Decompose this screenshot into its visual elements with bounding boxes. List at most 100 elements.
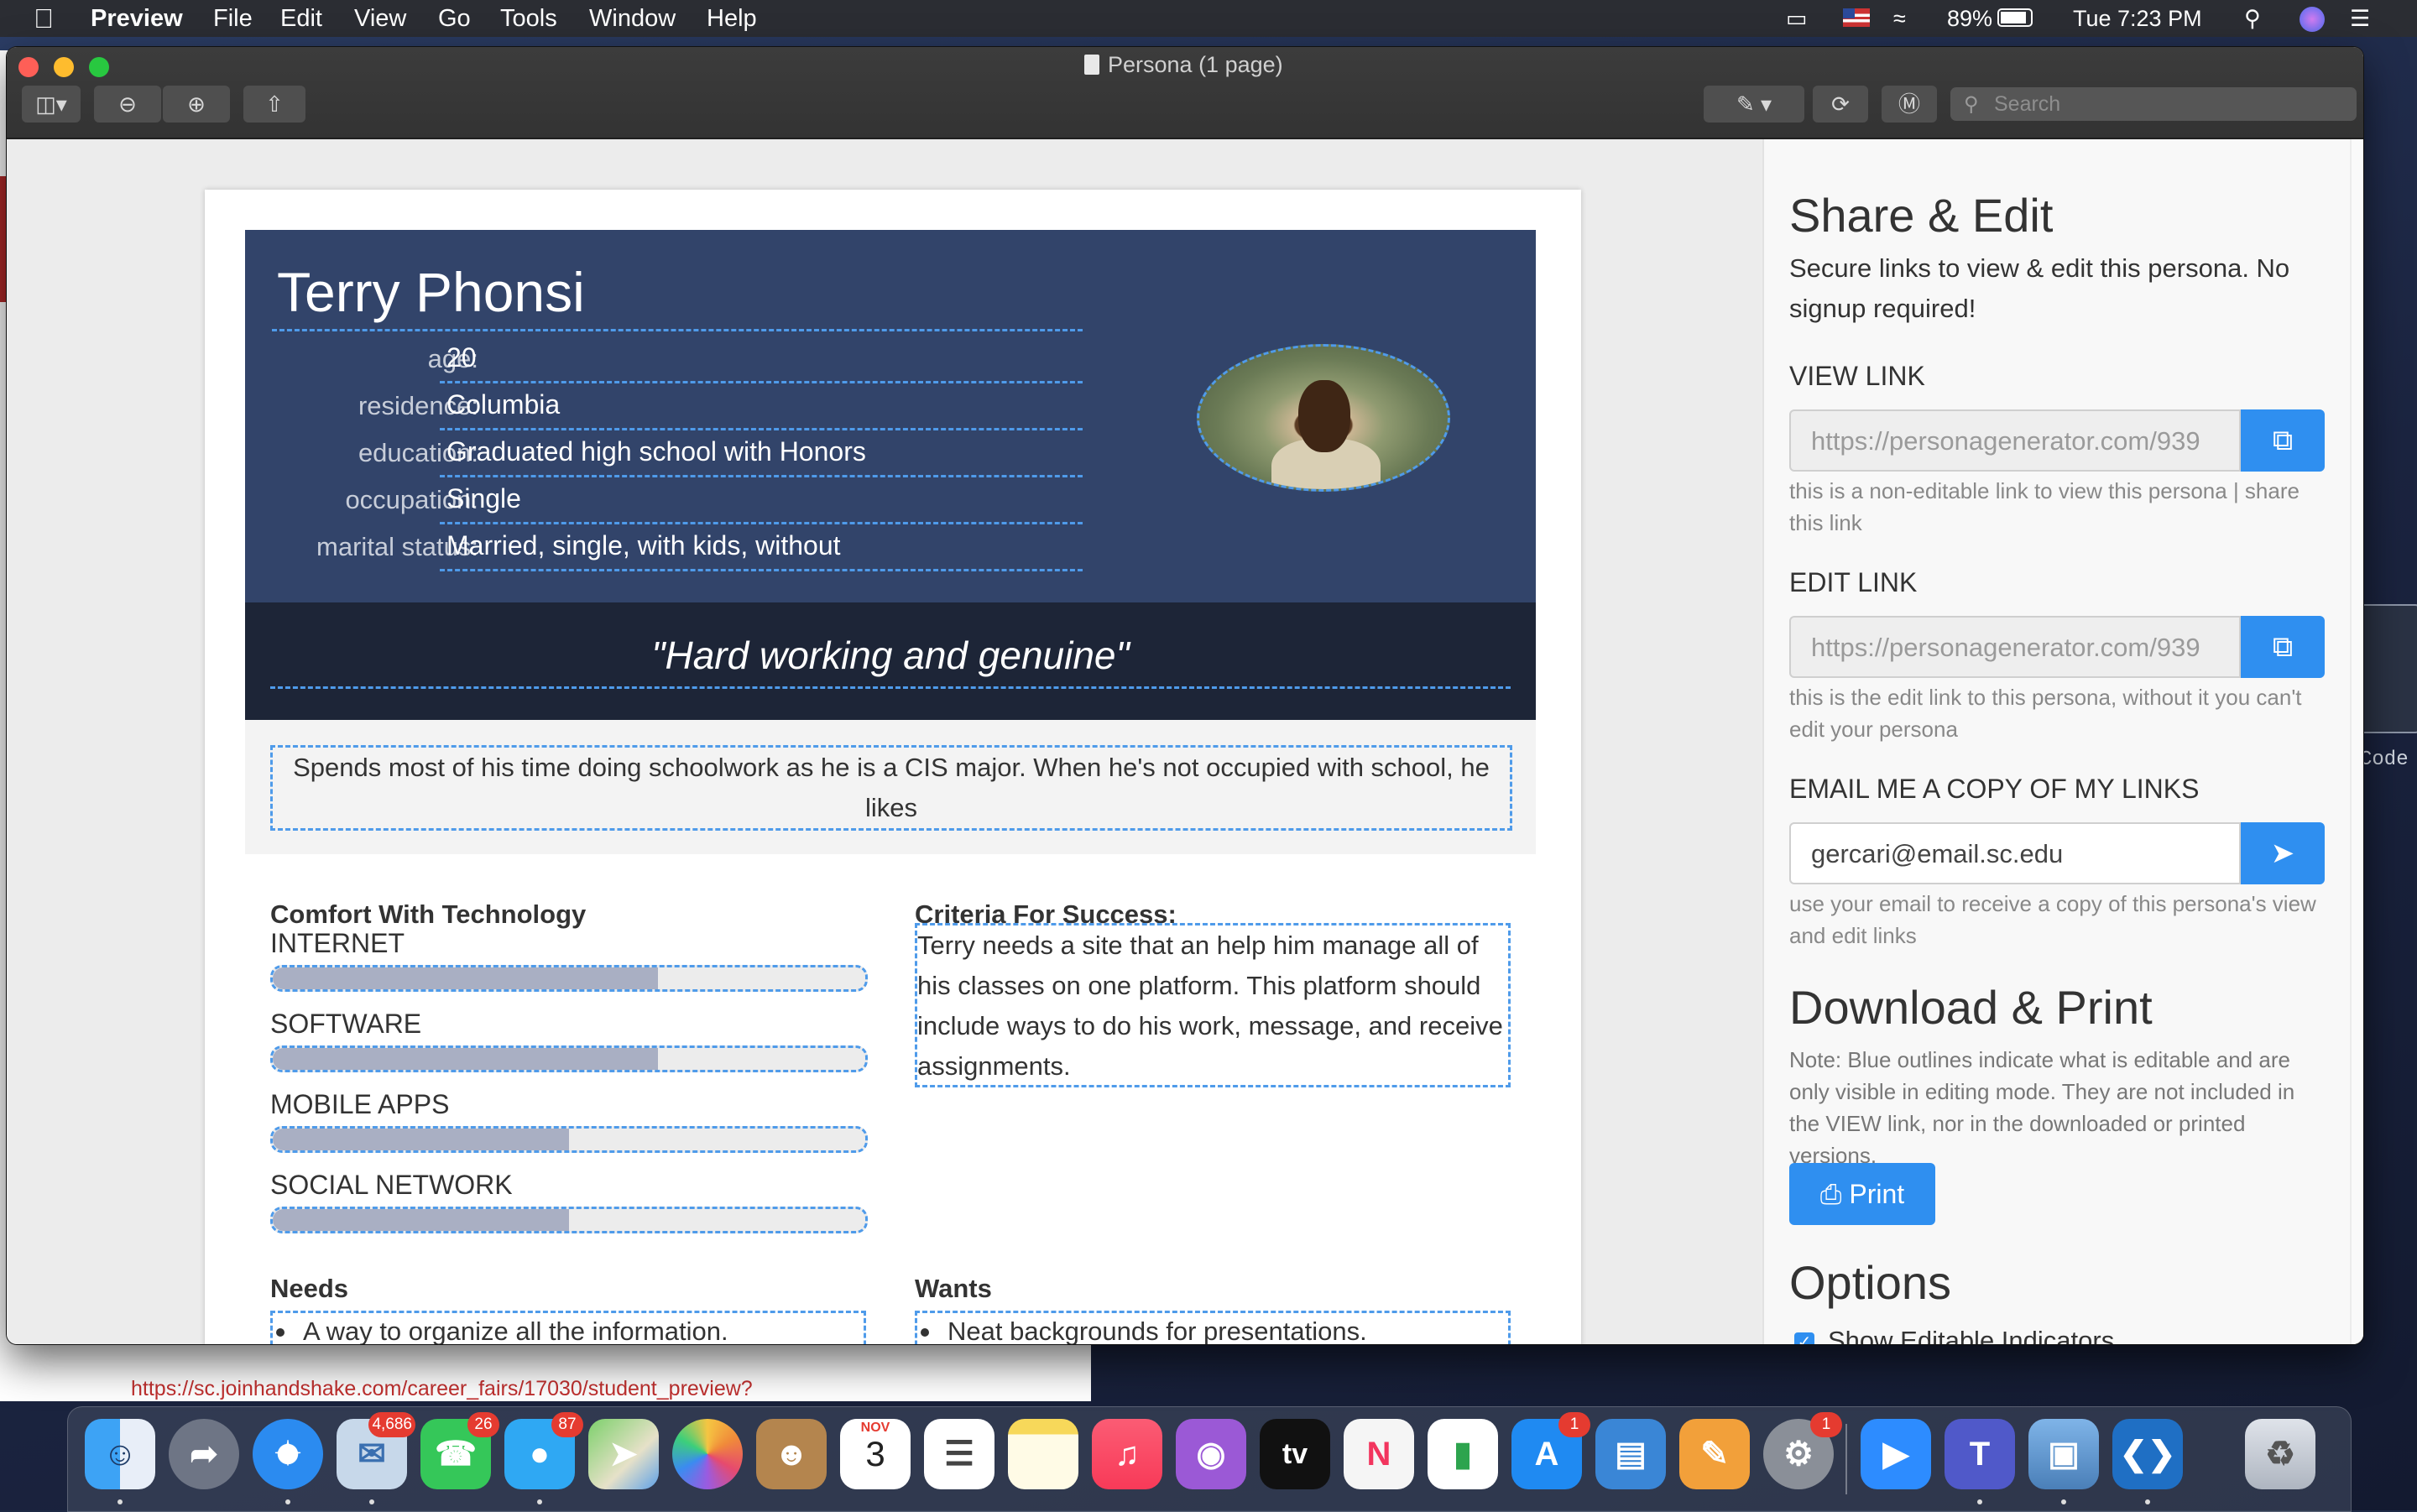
maps-icon[interactable]: ➤ bbox=[588, 1419, 659, 1489]
edit-link-input[interactable]: https://personagenerator.com/939 bbox=[1789, 616, 2241, 678]
preview-app-icon[interactable]: ▣ bbox=[2028, 1419, 2099, 1489]
menu-file[interactable]: File bbox=[213, 3, 253, 34]
document-area[interactable]: Terry Phonsi age: 20 residence: Columbia… bbox=[7, 139, 2363, 1344]
menu-app-name[interactable]: Preview bbox=[91, 3, 183, 34]
field-value[interactable]: Married, single, with kids, without bbox=[446, 530, 841, 561]
launchpad-icon[interactable]: ➦ bbox=[169, 1419, 239, 1489]
copy-view-link-button[interactable]: ⧉ bbox=[2241, 409, 2325, 472]
apple-menu-icon[interactable]:  bbox=[34, 3, 54, 34]
sidebar-toggle-button[interactable]: ◫▾ bbox=[22, 86, 81, 123]
messages-icon[interactable]: ● 87 bbox=[504, 1412, 583, 1489]
scrollbar[interactable] bbox=[2352, 139, 2363, 1344]
zoom-window-button[interactable] bbox=[89, 57, 109, 77]
menu-window[interactable]: Window bbox=[589, 3, 676, 34]
menu-go[interactable]: Go bbox=[438, 3, 471, 34]
menu-view[interactable]: View bbox=[354, 3, 406, 34]
vscode-icon[interactable]: ❮❯ bbox=[2112, 1419, 2183, 1489]
flag-us-icon[interactable] bbox=[1843, 8, 1870, 27]
photos-icon[interactable] bbox=[672, 1419, 743, 1489]
rotate-button[interactable]: ⟳ bbox=[1813, 86, 1868, 123]
pages-icon[interactable]: ✎ bbox=[1679, 1419, 1750, 1489]
system-preferences-icon[interactable]: ⚙ 1 bbox=[1763, 1412, 1842, 1489]
running-indicator bbox=[117, 1499, 123, 1504]
markup-toolbar-button[interactable]: Ⓜ bbox=[1882, 86, 1937, 123]
menu-help[interactable]: Help bbox=[707, 3, 757, 34]
field-value[interactable]: Graduated high school with Honors bbox=[446, 436, 866, 467]
criteria-text[interactable]: Terry needs a site that an help him mana… bbox=[915, 923, 1511, 1087]
wifi-icon[interactable]: ≈ bbox=[1893, 5, 1906, 32]
persona-name[interactable]: Terry Phonsi bbox=[277, 260, 585, 324]
print-label: Print bbox=[1849, 1179, 1905, 1209]
edit-link-help: this is the edit link to this persona, w… bbox=[1789, 685, 2302, 742]
control-center-icon[interactable]: ☰ bbox=[2350, 5, 2370, 32]
siri-icon[interactable] bbox=[2300, 7, 2325, 32]
tech-bar-fill bbox=[273, 1048, 658, 1070]
notes-icon[interactable] bbox=[1008, 1419, 1078, 1489]
minimize-window-button[interactable] bbox=[54, 57, 74, 77]
tech-label-social-network: SOCIAL NETWORK bbox=[270, 1170, 513, 1200]
app-store-icon[interactable]: A1 bbox=[1511, 1412, 1590, 1489]
persona-bio[interactable]: Spends most of his time doing schoolwork… bbox=[270, 745, 1512, 831]
window-title: Persona (1 page) bbox=[1084, 52, 1283, 78]
bio-section: Spends most of his time doing schoolwork… bbox=[245, 720, 1536, 854]
preview-window: Persona (1 page) ◫▾ ⊖ ⊕ ⇧ ✎ ▾ ⟳ Ⓜ ⚲ Sear… bbox=[7, 47, 2363, 1344]
editable-outline bbox=[440, 381, 1083, 383]
menu-edit[interactable]: Edit bbox=[280, 3, 322, 34]
tech-bar-mobile-apps[interactable] bbox=[270, 1126, 868, 1153]
share-icon[interactable]: ⇧ bbox=[243, 86, 305, 123]
background-url-text[interactable]: https://sc.joinhandshake.com/career_fair… bbox=[131, 1377, 753, 1401]
app-store-badge: 1 bbox=[1558, 1412, 1590, 1437]
trash-icon[interactable]: ♻ bbox=[2245, 1419, 2315, 1489]
contacts-icon[interactable]: ☻ bbox=[756, 1419, 827, 1489]
spotlight-icon[interactable]: ⚲ bbox=[2244, 5, 2261, 32]
persona-quote[interactable]: "Hard working and genuine" bbox=[245, 633, 1536, 678]
keynote-icon[interactable]: ▤ bbox=[1595, 1419, 1666, 1489]
search-input[interactable]: ⚲ Search bbox=[1950, 87, 2357, 121]
send-email-button[interactable]: ➤ bbox=[2241, 822, 2325, 884]
apple-tv-icon[interactable]: tv bbox=[1260, 1419, 1330, 1489]
menu-clock[interactable]: Tue 7:23 PM bbox=[2073, 5, 2202, 32]
mail-icon[interactable]: ✉ 4,686 bbox=[337, 1412, 415, 1489]
menu-tools[interactable]: Tools bbox=[500, 3, 557, 34]
field-value[interactable]: 20 bbox=[446, 342, 477, 373]
teams-icon[interactable]: T bbox=[1945, 1419, 2015, 1489]
tech-bar-software[interactable] bbox=[270, 1045, 868, 1072]
zoom-out-button[interactable]: ⊖ bbox=[94, 86, 161, 123]
view-link-input[interactable]: https://personagenerator.com/939 bbox=[1789, 409, 2241, 472]
running-indicator bbox=[285, 1499, 290, 1504]
show-indicators-checkbox[interactable]: ✓ bbox=[1794, 1332, 1814, 1344]
news-icon[interactable]: N bbox=[1344, 1419, 1414, 1489]
persona-photo[interactable] bbox=[1197, 344, 1450, 492]
edit-link-url: https://personagenerator.com/939 bbox=[1811, 633, 2200, 662]
needs-heading: Needs bbox=[270, 1274, 349, 1303]
safari-icon[interactable]: ✦ bbox=[253, 1419, 323, 1489]
tech-bar-social-network[interactable] bbox=[270, 1207, 868, 1233]
zoom-app-icon[interactable]: ▶ bbox=[1861, 1419, 1931, 1489]
music-icon[interactable]: ♫ bbox=[1092, 1419, 1162, 1489]
wants-list[interactable]: Neat backgrounds for presentations. bbox=[915, 1311, 1511, 1344]
markup-pen-button[interactable]: ✎ ▾ bbox=[1704, 86, 1804, 123]
tech-label-internet: INTERNET bbox=[270, 928, 405, 958]
zoom-in-button[interactable]: ⊕ bbox=[163, 86, 230, 123]
finder-icon[interactable]: ☺ bbox=[85, 1419, 155, 1489]
copy-edit-link-button[interactable]: ⧉ bbox=[2241, 616, 2325, 678]
podcasts-icon[interactable]: ◉ bbox=[1176, 1419, 1246, 1489]
view-link-label: VIEW LINK bbox=[1789, 361, 1925, 391]
airplay-icon[interactable]: ▭ bbox=[1786, 5, 1808, 32]
numbers-icon[interactable]: ▮ bbox=[1428, 1419, 1498, 1489]
battery-icon[interactable] bbox=[1997, 8, 2033, 27]
field-value[interactable]: Single bbox=[446, 483, 521, 514]
tech-bar-internet[interactable] bbox=[270, 965, 868, 992]
battery-percent[interactable]: 89% bbox=[1947, 5, 1992, 32]
email-input[interactable]: gercari@email.sc.edu bbox=[1789, 822, 2241, 884]
calendar-icon[interactable]: NOV 3 bbox=[840, 1419, 911, 1489]
email-help: use your email to receive a copy of this… bbox=[1789, 891, 2316, 948]
print-button[interactable]: ⎙ Print bbox=[1789, 1163, 1935, 1225]
share-edit-heading: Share & Edit bbox=[1789, 189, 2054, 242]
facetime-icon[interactable]: ☎ 26 bbox=[420, 1412, 499, 1489]
close-window-button[interactable] bbox=[18, 57, 39, 77]
needs-list[interactable]: A way to organize all the information. bbox=[270, 1311, 866, 1344]
editable-outline bbox=[440, 522, 1083, 524]
field-value[interactable]: Columbia bbox=[446, 389, 560, 420]
reminders-icon[interactable]: ☰ bbox=[924, 1419, 994, 1489]
